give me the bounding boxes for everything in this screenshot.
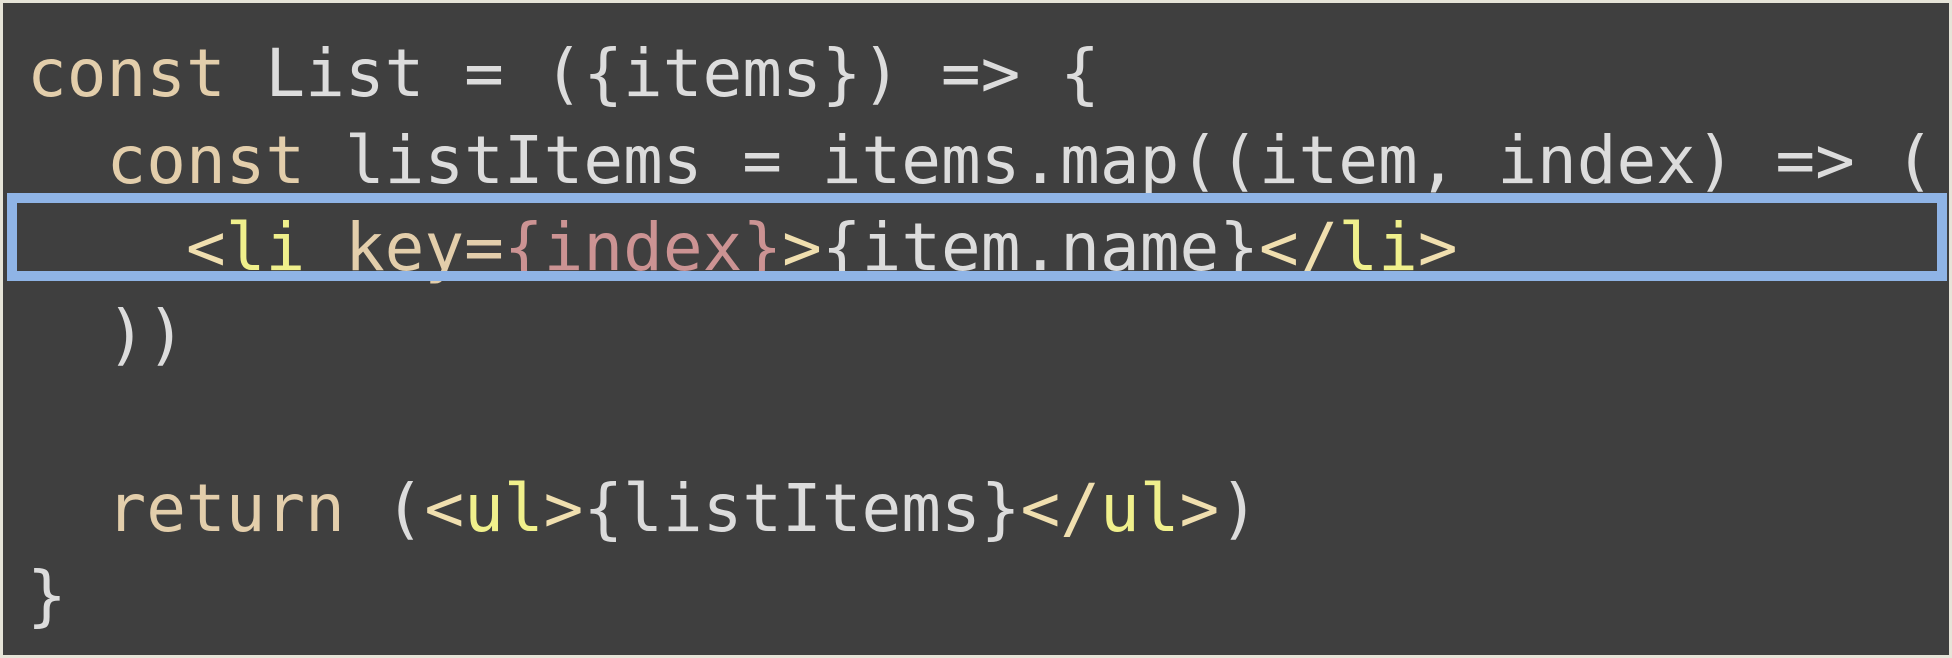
tag-name-ul: ul: [464, 470, 544, 547]
tag-close-bracket: >: [543, 470, 584, 547]
expr-index: index: [543, 209, 743, 286]
jsx-content: {listItems}: [583, 470, 1021, 547]
closing-tag-name-li: li: [1338, 209, 1418, 286]
keyword-const: const: [106, 122, 306, 199]
code-line-3: <li key={index}>{item.name}</li>: [3, 205, 1949, 291]
expr-brace-open: {: [503, 209, 544, 286]
tag-close-bracket: >: [782, 209, 822, 286]
tag-open-bracket: <: [185, 209, 226, 286]
closing-tag-close: >: [1417, 209, 1458, 286]
code-editor: const List = ({items}) => { const listIt…: [0, 0, 1952, 658]
code-text: List = ({items}) => {: [225, 35, 1100, 112]
closing-tag-name-ul: ul: [1099, 470, 1180, 547]
code-line-1: const List = ({items}) => {: [3, 31, 1949, 117]
jsx-content: {item.name}: [821, 209, 1259, 286]
tag-open-bracket: <: [424, 470, 465, 547]
code-line-7: }: [3, 553, 1949, 639]
tag-name-li: li: [225, 209, 306, 286]
closing-tag-open: </: [1258, 209, 1339, 286]
code-text: )): [106, 296, 186, 373]
closing-tag-close: >: [1179, 470, 1220, 547]
attribute-key: key: [344, 209, 465, 286]
keyword-const: const: [27, 35, 226, 112]
code-text: listItems = items.map((item, index) => (: [305, 122, 1935, 199]
code-line-2: const listItems = items.map((item, index…: [3, 118, 1949, 204]
paren-open: (: [344, 470, 425, 547]
code-line-4: )): [3, 292, 1949, 378]
closing-brace: }: [27, 557, 67, 634]
equals-sign: =: [464, 209, 504, 286]
keyword-return: return: [106, 470, 345, 547]
expr-brace-close: }: [742, 209, 783, 286]
code-line-6: return (<ul>{listItems}</ul>): [3, 466, 1949, 552]
closing-tag-open: </: [1020, 470, 1100, 547]
paren-close: ): [1219, 470, 1259, 547]
